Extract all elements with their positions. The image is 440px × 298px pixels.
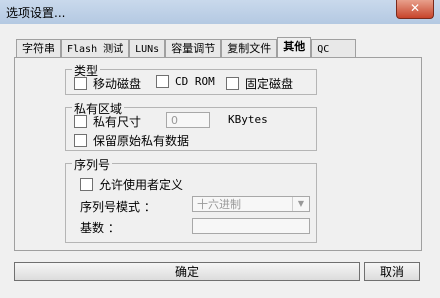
checkbox-box[interactable] <box>156 75 169 88</box>
chevron-down-icon[interactable]: ▼ <box>292 197 309 211</box>
close-button[interactable]: ✕ <box>396 0 434 19</box>
serial-mode-select[interactable]: 十六进制 ▼ <box>192 196 310 212</box>
tab-luns[interactable]: LUNs <box>129 39 166 58</box>
cd-rom-checkbox[interactable]: CD ROM <box>156 75 215 88</box>
base-input[interactable] <box>192 218 310 234</box>
checkbox-box[interactable] <box>74 115 87 128</box>
checkbox-box[interactable] <box>74 77 87 90</box>
size-unit-label: KBytes <box>228 113 268 126</box>
base-label: 基数 ： <box>80 221 120 235</box>
window-title: 选项设置... <box>6 6 66 20</box>
private-area-group: 私有区域 私有尺寸 0 KBytes 保留原始私有数据 <box>65 100 317 151</box>
private-size-input[interactable]: 0 <box>166 112 210 128</box>
type-group: 类型 移动磁盘 CD ROM 固定磁盘 <box>65 62 317 95</box>
removable-disk-checkbox[interactable]: 移动磁盘 <box>74 75 141 92</box>
tab-panel-other: 类型 移动磁盘 CD ROM 固定磁盘 私有区域 私有尺寸 0 KBytes 保… <box>14 57 422 251</box>
ok-button[interactable]: 确定 <box>14 262 360 281</box>
tab-copy-files[interactable]: 复制文件 <box>221 39 278 58</box>
checkbox-box[interactable] <box>226 77 239 90</box>
tab-flash-test[interactable]: Flash 测试 <box>61 39 130 58</box>
tab-strings[interactable]: 字符串 <box>16 39 61 58</box>
serial-number-group: 序列号 允许使用者定义 序列号模式 ： 十六进制 ▼ 基数 ： <box>65 156 317 243</box>
cancel-button[interactable]: 取消 <box>364 262 420 281</box>
tab-other[interactable]: 其他 <box>277 37 312 58</box>
checkbox-box[interactable] <box>74 134 87 147</box>
checkbox-box[interactable] <box>80 178 93 191</box>
allow-user-define-checkbox[interactable]: 允许使用者定义 <box>80 176 183 193</box>
tab-bar: 字符串 Flash 测试 LUNs 容量调节 复制文件 其他 QC <box>16 37 357 58</box>
keep-private-data-checkbox[interactable]: 保留原始私有数据 <box>74 132 189 149</box>
tab-qc[interactable]: QC <box>311 39 357 58</box>
fixed-disk-checkbox[interactable]: 固定磁盘 <box>226 75 293 92</box>
private-size-checkbox[interactable]: 私有尺寸 <box>74 113 141 130</box>
title-bar: 选项设置... ✕ <box>0 0 440 25</box>
tab-capacity[interactable]: 容量调节 <box>165 39 222 58</box>
serial-number-label: 序列号 <box>72 156 113 173</box>
serial-mode-label: 序列号模式 ： <box>80 200 156 214</box>
close-icon: ✕ <box>409 1 421 15</box>
